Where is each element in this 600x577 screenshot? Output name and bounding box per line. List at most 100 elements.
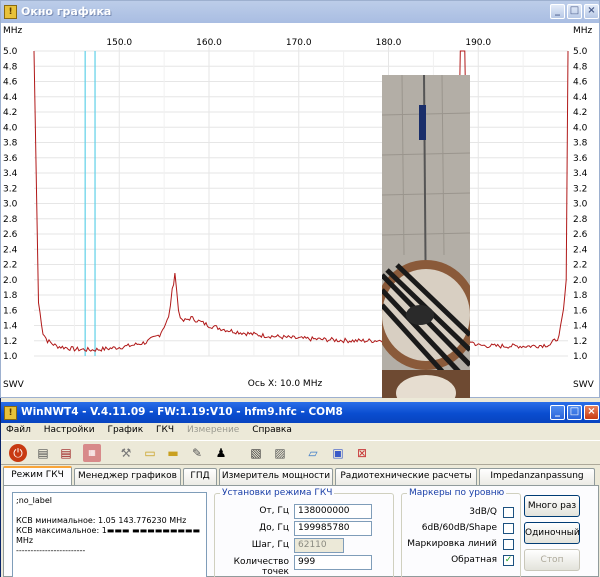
save-icon[interactable]: ▣ xyxy=(329,444,347,462)
y-tick-label-right: 5.0 xyxy=(573,47,588,57)
menu-settings[interactable]: Настройки xyxy=(39,423,100,435)
print-color-icon[interactable]: ▤ xyxy=(57,444,75,462)
marker-3db-checkbox[interactable] xyxy=(503,507,514,518)
chart-save-icon[interactable]: ▭ xyxy=(141,444,159,462)
clear-icon[interactable]: ⊠ xyxy=(353,444,371,462)
pen-icon[interactable]: ✎ xyxy=(188,444,206,462)
result-log[interactable]: ;no_label КСВ минимальное: 1.05 143.7762… xyxy=(12,492,207,577)
tab-sweep-mode[interactable]: Режим ГКЧ xyxy=(3,466,72,486)
winnwt-app-icon: ! xyxy=(4,406,17,420)
to-row: До, Гц 199985780 xyxy=(214,521,394,537)
y-tick-label-left: 4.2 xyxy=(3,108,17,118)
y-tick-label-right: 3.0 xyxy=(573,200,588,210)
markers-legend: Маркеры по уровню xyxy=(409,488,505,498)
marker-lines-checkbox[interactable] xyxy=(503,539,514,550)
multi-sweep-button[interactable]: Много раз xyxy=(524,495,580,517)
y-tick-label-left: 4.4 xyxy=(3,93,18,103)
y-tick-label-right: 3.8 xyxy=(573,139,588,149)
power-icon[interactable]: ⏻ xyxy=(9,444,27,462)
x-tick-label: 170.0 xyxy=(286,38,312,48)
log-line: ;no_label xyxy=(16,496,53,505)
y-tick-label-right: 2.8 xyxy=(573,215,588,225)
y-unit-label-left: SWV xyxy=(3,380,25,390)
x-tick-label: 160.0 xyxy=(196,38,222,48)
y-tick-label-right: 4.4 xyxy=(573,93,588,103)
menu-help[interactable]: Справка xyxy=(247,423,297,435)
graph-window-title: Окно графика xyxy=(21,5,112,18)
menu-sweep[interactable]: ГКЧ xyxy=(151,423,179,435)
y-tick-label-left: 3.0 xyxy=(3,200,18,210)
single-sweep-button[interactable]: Одиночный xyxy=(524,522,580,544)
winnwt-window: ! WinNWT4 - V.4.11.09 - FW:1.19:V10 - hf… xyxy=(0,398,600,577)
winnwt-title: WinNWT4 - V.4.11.09 - FW:1.19:V10 - hfm9… xyxy=(21,406,343,418)
y-tick-label-right: 1.2 xyxy=(573,337,587,347)
settings-tool-icon[interactable]: ▨ xyxy=(271,444,289,462)
winnwt-close-button[interactable]: × xyxy=(584,405,599,420)
y-tick-label-right: 1.6 xyxy=(573,306,588,316)
maximize-button[interactable]: □ xyxy=(567,4,582,19)
y-tick-label-left: 3.2 xyxy=(3,184,17,194)
y-tick-label-right: 3.4 xyxy=(573,169,588,179)
marker-row-reverse: Обратная ✓ xyxy=(401,555,521,569)
marker-lines-label: Маркировка линий xyxy=(407,539,497,549)
y-tick-label-right: 2.4 xyxy=(573,245,588,255)
swr-series-line xyxy=(33,50,569,352)
y-unit-label-right: SWV xyxy=(573,380,595,390)
marker-row-6db: 6dB/60dB/Shape xyxy=(401,523,521,537)
y-tick-label-left: 2.2 xyxy=(3,261,17,271)
y-tick-label-left: 3.8 xyxy=(3,139,18,149)
tab-power-meter[interactable]: Измеритель мощности xyxy=(219,468,333,485)
menu-file[interactable]: Файл xyxy=(1,423,36,435)
tab-graph-manager[interactable]: Менеджер графиков xyxy=(74,468,181,485)
marker-3db-label: 3dB/Q xyxy=(469,507,497,517)
y-tick-label-right: 4.2 xyxy=(573,108,587,118)
points-row: Количество точек 999 xyxy=(214,555,394,577)
graph-titlebar[interactable]: ! Окно графика _ □ × xyxy=(1,1,599,23)
antenna-photo xyxy=(382,75,470,418)
winnwt-minimize-button[interactable]: _ xyxy=(550,405,565,420)
y-tick-label-right: 2.2 xyxy=(573,261,587,271)
sweep-settings-legend: Установки режима ГКЧ xyxy=(222,488,333,498)
tab-rf-calc[interactable]: Радиотехнические расчеты xyxy=(335,468,477,485)
x-tick-label: 150.0 xyxy=(106,38,132,48)
tools-icon[interactable]: ⚒ xyxy=(117,444,135,462)
marker-reverse-checkbox[interactable]: ✓ xyxy=(503,555,514,566)
antenna-photo-image xyxy=(382,75,470,418)
y-tick-label-left: 1.0 xyxy=(3,352,18,362)
winnwt-titlebar[interactable]: ! WinNWT4 - V.4.11.09 - FW:1.19:V10 - hf… xyxy=(1,402,600,423)
x-axis-label: Ось X: 10.0 MHz xyxy=(248,379,323,389)
marker-row-3db: 3dB/Q xyxy=(401,507,521,521)
minimize-button[interactable]: _ xyxy=(550,4,565,19)
y-tick-label-left: 2.6 xyxy=(3,230,18,240)
penguin-icon[interactable]: ♟ xyxy=(212,444,230,462)
sweep-tool-icon[interactable]: ▧ xyxy=(247,444,265,462)
marker-6db-checkbox[interactable] xyxy=(503,523,514,534)
close-button[interactable]: × xyxy=(584,4,599,19)
from-label: От, Гц xyxy=(259,506,289,516)
y-tick-label-left: 1.6 xyxy=(3,306,18,316)
to-input[interactable]: 199985780 xyxy=(294,521,372,536)
winnwt-maximize-button[interactable]: □ xyxy=(567,405,582,420)
x-unit-label-right: MHz xyxy=(573,26,593,36)
folder-icon[interactable]: ▬ xyxy=(164,444,182,462)
y-tick-label-right: 4.0 xyxy=(573,123,588,133)
tab-impedance[interactable]: Impedanzanpassung xyxy=(479,468,595,485)
y-tick-label-right: 2.6 xyxy=(573,230,588,240)
y-tick-label-left: 4.6 xyxy=(3,78,18,88)
marker-reverse-label: Обратная xyxy=(451,555,497,565)
y-tick-label-left: 1.4 xyxy=(3,322,18,332)
step-input: 62110 xyxy=(294,538,344,553)
print-icon[interactable]: ▤ xyxy=(34,444,52,462)
menu-graph[interactable]: График xyxy=(102,423,148,435)
menu-measure: Измерение xyxy=(186,425,240,435)
points-input[interactable]: 999 xyxy=(294,555,372,570)
open-icon[interactable]: ▱ xyxy=(304,444,322,462)
pdf-icon[interactable]: ▦ xyxy=(83,444,101,462)
to-label: До, Гц xyxy=(259,523,289,533)
x-tick-label: 190.0 xyxy=(465,38,491,48)
swr-plot-area[interactable]: 5.0 5.0 4.8 4.8 4.6 4.6 4.4 4.4 4.2 4.2 4.0 4.0 3.8 3… xyxy=(1,23,599,418)
from-input[interactable]: 138000000 xyxy=(294,504,372,519)
tab-vfo[interactable]: ГПД xyxy=(183,468,217,485)
y-tick-label-right: 3.6 xyxy=(573,154,588,164)
